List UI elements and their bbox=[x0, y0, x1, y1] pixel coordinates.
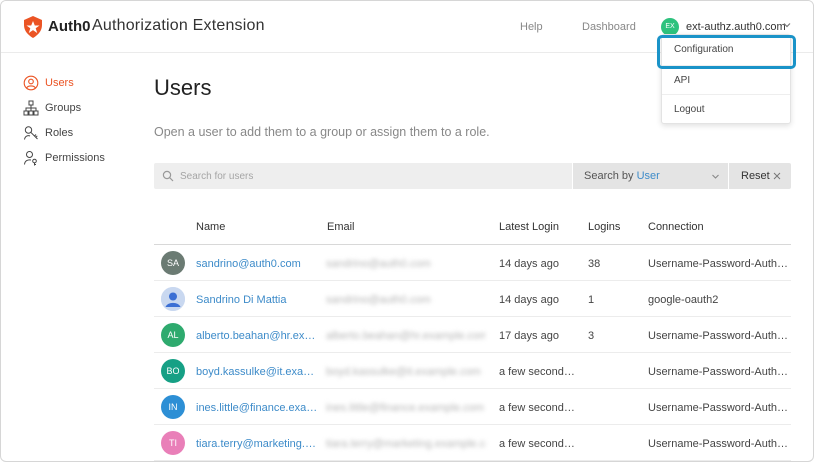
table-row[interactable]: BO boyd.kassulke@it.exa… boyd.kassulke@i… bbox=[154, 353, 791, 389]
close-icon bbox=[773, 172, 781, 180]
user-circle-icon bbox=[23, 75, 39, 91]
sidebar-item-label: Roles bbox=[45, 127, 74, 139]
column-header-latest-login[interactable]: Latest Login bbox=[499, 221, 559, 233]
avatar: TI bbox=[161, 431, 185, 455]
roles-icon bbox=[24, 126, 38, 140]
latest-login: 14 days ago bbox=[499, 294, 559, 306]
account-name[interactable]: ext-authz.auth0.com bbox=[686, 21, 786, 33]
app-title: Authorization Extension bbox=[92, 17, 265, 34]
search-icon bbox=[162, 170, 174, 182]
reset-button-label: Reset bbox=[741, 170, 770, 182]
user-name-link[interactable]: ines.little@finance.exa… bbox=[196, 402, 316, 414]
column-header-connection[interactable]: Connection bbox=[648, 221, 704, 233]
sidebar-item-label: Permissions bbox=[45, 152, 105, 164]
login-count: 3 bbox=[588, 330, 595, 342]
avatar: IN bbox=[161, 395, 185, 419]
user-email: ines.little@finance.example.com bbox=[326, 402, 484, 414]
connection: Username-Password-Auth… bbox=[648, 366, 788, 378]
user-name-link[interactable]: alberto.beahan@hr.ex… bbox=[196, 330, 316, 342]
connection: Username-Password-Auth… bbox=[648, 330, 788, 342]
column-header-email[interactable]: Email bbox=[327, 221, 355, 233]
latest-login: a few second… bbox=[499, 438, 575, 450]
table-row[interactable]: SA sandrino@auth0.com sandrino@auth0.com… bbox=[154, 245, 791, 281]
dashboard-link[interactable]: Dashboard bbox=[582, 21, 636, 33]
sidebar-item-label: Users bbox=[45, 77, 74, 89]
configuration-highlight-outline bbox=[657, 35, 796, 69]
user-email: sandrino@auth0.com bbox=[326, 258, 431, 270]
page-title: Users bbox=[154, 75, 212, 100]
column-header-logins[interactable]: Logins bbox=[588, 221, 620, 233]
search-by-label: Search by bbox=[584, 170, 634, 182]
user-name-link[interactable]: Sandrino Di Mattia bbox=[196, 294, 316, 306]
avatar: SA bbox=[161, 251, 185, 275]
user-email: alberto.beahan@hr.example.com bbox=[326, 330, 486, 342]
user-name-link[interactable]: tiara.terry@marketing.… bbox=[196, 438, 316, 450]
connection: Username-Password-Auth… bbox=[648, 438, 788, 450]
brand-name[interactable]: Auth0 bbox=[48, 18, 91, 35]
latest-login: a few second… bbox=[499, 402, 575, 414]
user-email: sandrino@auth0.com bbox=[326, 294, 431, 306]
menu-item-api[interactable]: API bbox=[662, 65, 790, 94]
latest-login: a few second… bbox=[499, 366, 575, 378]
latest-login: 14 days ago bbox=[499, 258, 559, 270]
reset-button[interactable]: Reset bbox=[729, 163, 791, 189]
avatar: AL bbox=[161, 323, 185, 347]
search-by-value: User bbox=[636, 170, 660, 182]
profile-photo-icon bbox=[161, 287, 185, 311]
user-name-link[interactable]: sandrino@auth0.com bbox=[196, 258, 316, 270]
avatar: BO bbox=[161, 359, 185, 383]
user-key-icon bbox=[24, 151, 37, 166]
app-window: Auth0 Authorization Extension Help Dashb… bbox=[0, 0, 814, 462]
user-name-link[interactable]: boyd.kassulke@it.exa… bbox=[196, 366, 316, 378]
login-count: 38 bbox=[588, 258, 601, 270]
login-count: 1 bbox=[588, 294, 595, 306]
connection: Username-Password-Auth… bbox=[648, 258, 788, 270]
menu-item-logout[interactable]: Logout bbox=[662, 94, 790, 123]
table-row[interactable]: TI tiara.terry@marketing.… tiara.terry@m… bbox=[154, 425, 791, 461]
chevron-down-icon[interactable] bbox=[782, 20, 792, 30]
avatar bbox=[161, 287, 185, 311]
search-by-select[interactable]: Search by User bbox=[573, 163, 728, 189]
table-row[interactable]: Sandrino Di Mattia sandrino@auth0.com 14… bbox=[154, 281, 791, 317]
chevron-down-icon bbox=[712, 174, 719, 179]
connection: google-oauth2 bbox=[648, 294, 719, 306]
latest-login: 17 days ago bbox=[499, 330, 559, 342]
user-email: tiara.terry@marketing.example.com bbox=[326, 438, 486, 450]
page-subtitle: Open a user to add them to a group or as… bbox=[154, 125, 490, 139]
search-field[interactable] bbox=[154, 163, 572, 189]
column-header-name[interactable]: Name bbox=[196, 221, 225, 233]
search-input[interactable] bbox=[180, 167, 560, 185]
auth0-logo-icon[interactable] bbox=[23, 16, 43, 38]
table-row[interactable]: AL alberto.beahan@hr.ex… alberto.beahan@… bbox=[154, 317, 791, 353]
user-email: boyd.kassulke@it.example.com bbox=[326, 366, 481, 378]
table-row[interactable]: IN ines.little@finance.exa… ines.little@… bbox=[154, 389, 791, 425]
hierarchy-icon bbox=[23, 100, 39, 116]
sidebar-item-label: Groups bbox=[45, 102, 82, 114]
connection: Username-Password-Auth… bbox=[648, 402, 788, 414]
help-link[interactable]: Help bbox=[520, 21, 543, 33]
